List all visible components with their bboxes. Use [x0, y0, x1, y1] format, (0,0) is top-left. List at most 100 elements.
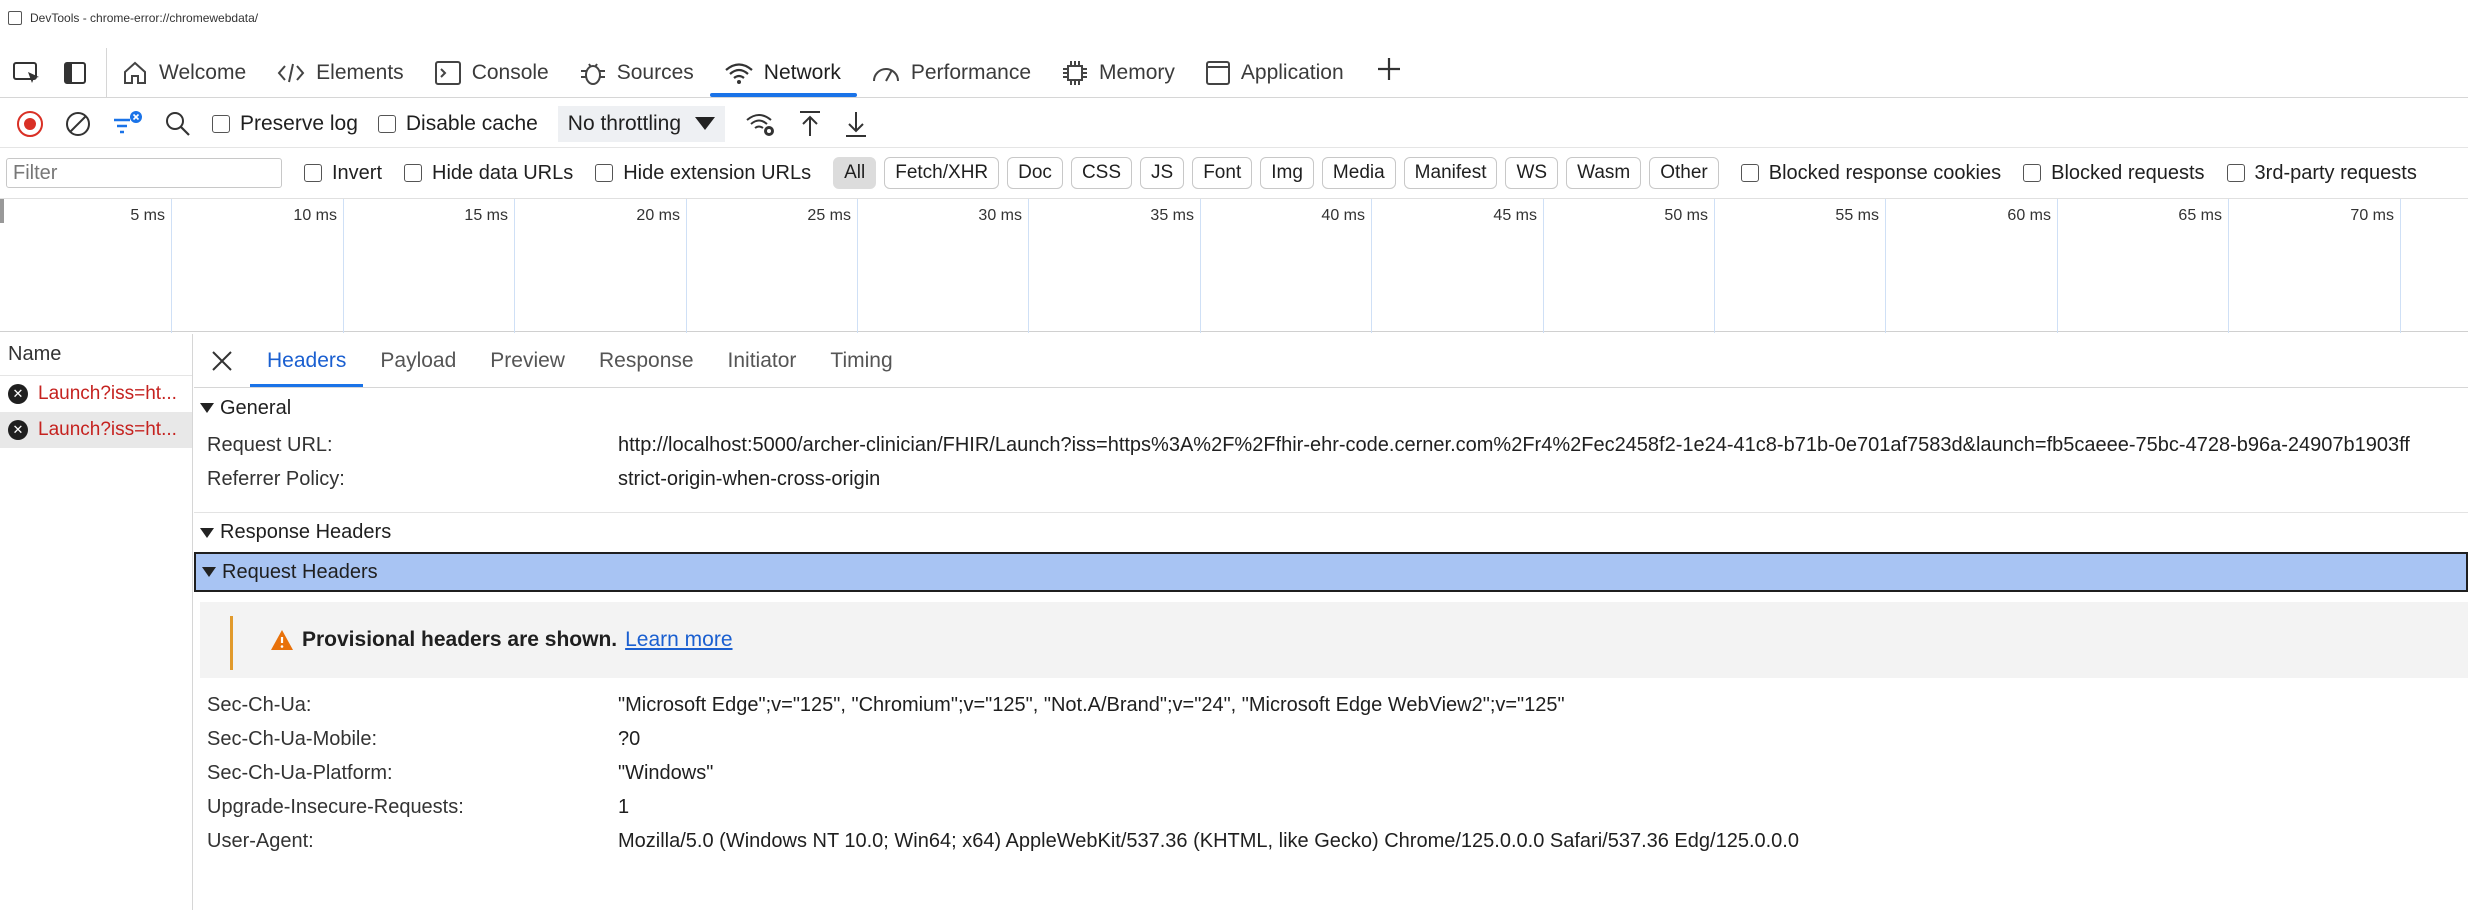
third-party-requests-checkbox[interactable]: 3rd-party requests — [2226, 162, 2417, 185]
request-headers-title: Request Headers — [222, 560, 378, 583]
type-filter-js[interactable]: JS — [1140, 157, 1185, 189]
tab-performance[interactable]: Performance — [857, 48, 1047, 97]
header-row: Sec-Ch-Ua-Mobile: ?0 — [194, 722, 2468, 756]
tab-network[interactable]: Network — [709, 48, 857, 97]
triangle-down-icon — [202, 567, 216, 577]
blocked-requests-checkbox[interactable]: Blocked requests — [2023, 162, 2205, 185]
general-section-toggle[interactable]: General — [194, 388, 2468, 428]
network-toolbar: Preserve log Disable cache No throttling — [0, 100, 2468, 148]
device-toolbar-icon[interactable] — [62, 60, 88, 86]
stop-recording-icon[interactable] — [16, 110, 44, 138]
timeline-tick-label: 20 ms — [636, 207, 680, 224]
tab-sources[interactable]: Sources — [565, 48, 710, 97]
header-key: Sec-Ch-Ua: — [207, 693, 312, 716]
referrer-policy-row: Referrer Policy: strict-origin-when-cros… — [194, 462, 2468, 496]
general-section-title: General — [220, 396, 292, 419]
memory-chip-icon — [1061, 59, 1089, 87]
bug-icon — [579, 59, 607, 87]
timeline-gridline — [2400, 199, 2401, 333]
timeline-tick-label: 40 ms — [1321, 207, 1365, 224]
hide-data-urls-box[interactable] — [404, 164, 423, 182]
export-har-icon[interactable] — [843, 109, 869, 139]
tab-initiator[interactable]: Initiator — [711, 334, 814, 387]
request-row-selected[interactable]: ✕ Launch?iss=ht... — [0, 412, 192, 448]
tab-application-label: Application — [1240, 60, 1344, 84]
throttling-select[interactable]: No throttling — [557, 105, 726, 142]
warning-message: Provisional headers are shown. — [302, 628, 618, 651]
close-icon[interactable] — [194, 349, 250, 373]
add-tab-button[interactable] — [1360, 56, 1418, 90]
type-filter-media[interactable]: Media — [1321, 157, 1396, 189]
timeline-tick-label: 55 ms — [1835, 207, 1879, 224]
warning-icon — [271, 630, 293, 650]
tab-memory-label: Memory — [1099, 60, 1175, 84]
timeline-start-marker — [0, 199, 4, 223]
hide-extension-urls-checkbox[interactable]: Hide extension URLs — [595, 162, 811, 185]
request-headers-section-toggle[interactable]: Request Headers — [194, 552, 2468, 592]
main-tab-strip: Welcome Elements Console Sources Network… — [0, 48, 2468, 98]
type-filter-font[interactable]: Font — [1192, 157, 1253, 189]
header-value: 1 — [618, 795, 630, 818]
preserve-log-box[interactable] — [212, 114, 230, 133]
blocked-requests-box[interactable] — [2023, 164, 2042, 182]
type-filter-other[interactable]: Other — [1649, 157, 1719, 189]
type-filter-all[interactable]: All — [833, 157, 877, 189]
preserve-log-checkbox[interactable]: Preserve log — [212, 112, 358, 136]
filter-input[interactable]: Filter — [6, 158, 282, 188]
timeline-tick-label: 10 ms — [293, 207, 337, 224]
learn-more-link[interactable]: Learn more — [625, 628, 732, 652]
tab-elements-label: Elements — [316, 60, 404, 84]
request-url-row: Request URL: http://localhost:5000/arche… — [194, 428, 2468, 462]
network-conditions-icon[interactable] — [745, 110, 777, 138]
timeline-tick-label: 50 ms — [1664, 207, 1708, 224]
invert-box[interactable] — [304, 164, 322, 182]
timeline-gridline — [1200, 199, 1201, 333]
inspect-element-icon[interactable] — [12, 60, 42, 86]
tab-memory[interactable]: Memory — [1047, 48, 1191, 97]
disable-cache-checkbox[interactable]: Disable cache — [377, 112, 538, 136]
import-har-icon[interactable] — [797, 109, 823, 139]
error-icon: ✕ — [8, 420, 28, 440]
hide-extension-urls-box[interactable] — [595, 164, 614, 182]
chevron-down-icon — [695, 117, 716, 130]
third-party-requests-box[interactable] — [2226, 164, 2245, 182]
hide-data-urls-checkbox[interactable]: Hide data URLs — [404, 162, 573, 185]
request-name: Launch?iss=ht... — [38, 419, 177, 440]
type-filter-img[interactable]: Img — [1260, 157, 1314, 189]
type-filter-doc[interactable]: Doc — [1007, 157, 1063, 189]
tab-headers[interactable]: Headers — [250, 334, 364, 387]
type-filter-wasm[interactable]: Wasm — [1566, 157, 1642, 189]
tab-elements[interactable]: Elements — [262, 48, 420, 97]
header-row: Upgrade-Insecure-Requests: 1 — [194, 790, 2468, 824]
blocked-response-cookies-checkbox[interactable]: Blocked response cookies — [1740, 162, 2001, 185]
timeline-tick-label: 70 ms — [2350, 207, 2394, 224]
blocked-response-cookies-box[interactable] — [1740, 164, 1759, 182]
filter-toggle-icon[interactable] — [112, 110, 144, 138]
response-headers-section-toggle[interactable]: Response Headers — [194, 512, 2468, 552]
timeline-gridline — [171, 199, 172, 333]
network-overview-timeline[interactable]: 5 ms 10 ms 15 ms 20 ms 25 ms 30 ms 35 ms 40 ms 4… — [0, 198, 2468, 333]
timeline-gridline — [1028, 199, 1029, 333]
tab-timing[interactable]: Timing — [813, 334, 909, 387]
timeline-gridline — [686, 199, 687, 333]
tab-application[interactable]: Application — [1191, 48, 1360, 97]
type-filter-css[interactable]: CSS — [1070, 157, 1133, 189]
details-tab-bar: Headers Payload Preview Response Initiat… — [194, 334, 2468, 388]
clear-icon[interactable] — [64, 110, 92, 138]
tab-welcome[interactable]: Welcome — [107, 48, 262, 97]
search-icon[interactable] — [164, 110, 192, 138]
invert-label: Invert — [332, 161, 383, 184]
type-filter-ws[interactable]: WS — [1505, 157, 1559, 189]
type-filter-manifest[interactable]: Manifest — [1403, 157, 1498, 189]
type-filter-fetch-xhr[interactable]: Fetch/XHR — [884, 157, 1000, 189]
warning-text: Provisional headers are shown. Learn mor… — [270, 628, 733, 652]
tab-console[interactable]: Console — [420, 48, 565, 97]
tab-response[interactable]: Response — [582, 334, 711, 387]
request-row[interactable]: ✕ Launch?iss=ht... — [0, 376, 192, 412]
tab-preview[interactable]: Preview — [473, 334, 582, 387]
tab-payload[interactable]: Payload — [363, 334, 473, 387]
invert-checkbox[interactable]: Invert — [304, 162, 382, 185]
name-column-header[interactable]: Name — [0, 334, 192, 376]
performance-icon — [871, 61, 901, 85]
disable-cache-box[interactable] — [377, 114, 396, 133]
